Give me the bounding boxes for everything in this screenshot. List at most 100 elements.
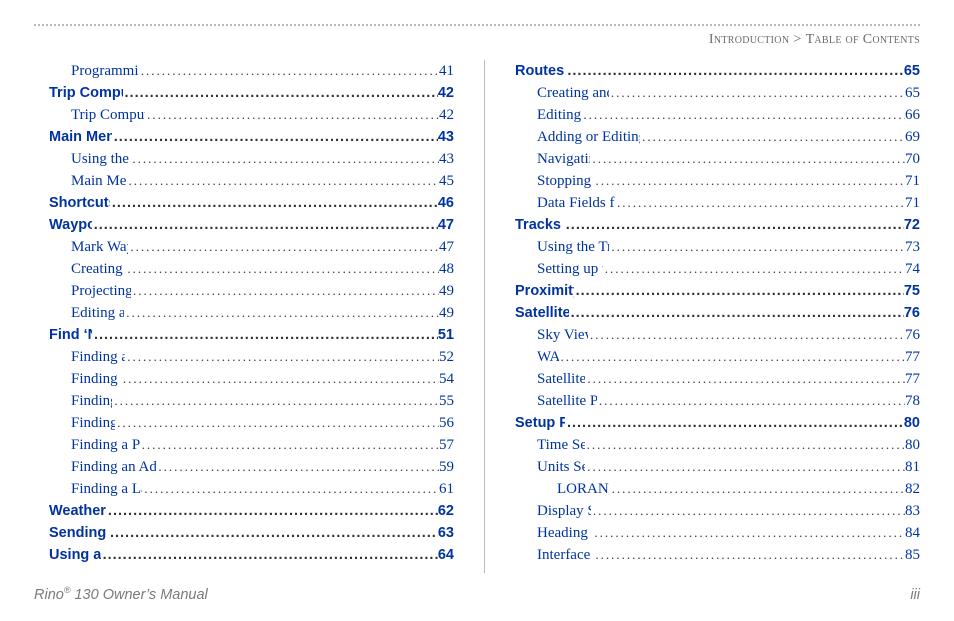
toc-entry-page: 48 [439,258,454,280]
toc-entry[interactable]: Time Setup Page 80 [515,434,920,456]
toc-entry[interactable]: Finding a City55 [49,390,454,412]
toc-entry-label: Finding a Contact [71,368,121,390]
toc-entry[interactable]: Using the Main Menu43 [49,148,454,170]
dot-leaders [564,214,904,236]
dot-leaders [106,500,438,522]
toc-entry[interactable]: Using the TracBack Feature73 [515,236,920,258]
toc-section-entry[interactable]: Find ‘N Go51 [49,324,454,346]
toc-section-entry[interactable]: Sending a Note63 [49,522,454,544]
toc-entry[interactable]: Navigating a Route70 [515,148,920,170]
toc-entry-page: 47 [439,236,454,258]
toc-entry-page: 81 [905,456,920,478]
toc-entry[interactable]: Stopping Navigation71 [515,170,920,192]
toc-entry-page: 76 [905,324,920,346]
toc-entry-label: Creating and Using a Route [537,82,609,104]
dot-leaders [92,214,438,236]
toc-entry-label: Units Setup Page [537,456,585,478]
toc-entry-label: Finding a City [71,390,112,412]
toc-entry[interactable]: Data Fields for the Route Page71 [515,192,920,214]
toc-entry[interactable]: Finding an Address or Intersection59 [49,456,454,478]
dot-leaders [128,236,439,258]
toc-entry-label: LORAN TD Format [557,478,610,500]
toc-entry[interactable]: LORAN TD Format82 [515,478,920,500]
dot-leaders [609,236,905,258]
toc-entry[interactable]: Finding a Last Found Place61 [49,478,454,500]
toc-entry-page: 63 [438,522,454,544]
toc-entry[interactable]: Editing a Route66 [515,104,920,126]
toc-column-right: Routes Page65Creating and Using a Route6… [515,60,920,573]
footer-page-number: iii [910,587,920,603]
toc-entry-label: Finding an Exit [71,412,115,434]
dot-leaders [594,170,905,192]
toc-entry[interactable]: Satellite Strength77 [515,368,920,390]
toc-entry[interactable]: Main Menu Options45 [49,170,454,192]
column-divider [484,60,485,573]
toc-entry-label: Finding a Last Found Place [71,478,142,500]
toc-section-entry[interactable]: Proximity Page75 [515,280,920,302]
toc-entry[interactable]: Mark Waypoint Page47 [49,236,454,258]
dot-leaders [559,346,906,368]
toc-section-entry[interactable]: Satellite Page76 [515,302,920,324]
toc-entry-label: Navigating a Route [537,148,590,170]
toc-entry[interactable]: Sky View Graphic76 [515,324,920,346]
toc-section-entry[interactable]: Waypoints47 [49,214,454,236]
toc-entry[interactable]: Finding a Waypoint52 [49,346,454,368]
toc-section-entry[interactable]: Main Menu Page43 [49,126,454,148]
toc-entry-label: Time Setup Page [537,434,585,456]
dot-leaders [121,368,439,390]
dot-leaders [101,544,438,566]
toc-entry-label: Find ‘N Go [49,324,92,346]
toc-entry[interactable]: Satellite Page Options78 [515,390,920,412]
toc-entry[interactable]: Trip Computer Page Options42 [49,104,454,126]
toc-entry-page: 80 [905,434,920,456]
toc-entry[interactable]: Programming Data Fields41 [49,60,454,82]
toc-entry-label: Programming Data Fields [71,60,139,82]
toc-entry-page: 71 [905,170,920,192]
dot-leaders [585,434,905,456]
toc-entry[interactable]: Editing a Waypoint49 [49,302,454,324]
toc-entry[interactable]: Interface Setup Page85 [515,544,920,566]
dot-leaders [588,324,905,346]
dot-leaders [597,390,905,412]
dot-leaders [124,302,439,324]
toc-entry[interactable]: Heading Setup Page84 [515,522,920,544]
toc-section-entry[interactable]: Using a Goto64 [49,544,454,566]
dot-leaders [108,522,438,544]
toc-entry[interactable]: Display Setup Page83 [515,500,920,522]
toc-entry-page: 65 [905,82,920,104]
toc-entry[interactable]: Projecting a Waypoint49 [49,280,454,302]
dot-leaders [142,478,439,500]
toc-entry-label: Display Setup Page [537,500,591,522]
toc-entry-label: Satellite Strength [537,368,585,390]
dot-leaders [565,60,903,82]
toc-entry[interactable]: Units Setup Page 81 [515,456,920,478]
toc-entry-page: 49 [439,302,454,324]
toc-section-entry[interactable]: Setup Pages80 [515,412,920,434]
toc-entry-label: Waypoints [49,214,92,236]
toc-entry-page: 62 [438,500,454,522]
toc-entry[interactable]: Finding a Contact54 [49,368,454,390]
toc-entry-label: Adding or Editing from the Route Map Pag… [537,126,640,148]
dot-leaders [609,82,905,104]
toc-section-entry[interactable]: Tracks Page72 [515,214,920,236]
dot-leaders [603,258,905,280]
toc-entry[interactable]: Setting up the Track Log74 [515,258,920,280]
toc-section-entry[interactable]: Weather Radio62 [49,500,454,522]
toc-entry[interactable]: Finding an Exit56 [49,412,454,434]
toc-entry-label: Setting up the Track Log [537,258,603,280]
toc-entry[interactable]: WAAS77 [515,346,920,368]
toc-entry-page: 69 [905,126,920,148]
toc-entry-page: 49 [439,280,454,302]
toc-entry[interactable]: Finding a Point of Interest57 [49,434,454,456]
toc-section-entry[interactable]: Shortcuts Menu46 [49,192,454,214]
toc-section-entry[interactable]: Routes Page65 [515,60,920,82]
toc-entry[interactable]: Creating and Using a Route 65 [515,82,920,104]
toc-entry[interactable]: Creating Waypoints48 [49,258,454,280]
toc-entry-page: 80 [904,412,920,434]
toc-entry-label: Routes Page [515,60,565,82]
toc-entry[interactable]: Adding or Editing from the Route Map Pag… [515,126,920,148]
toc-entry-page: 78 [905,390,920,412]
dot-leaders [125,258,439,280]
toc-entry-page: 52 [439,346,454,368]
toc-section-entry[interactable]: Trip Computer Page42 [49,82,454,104]
